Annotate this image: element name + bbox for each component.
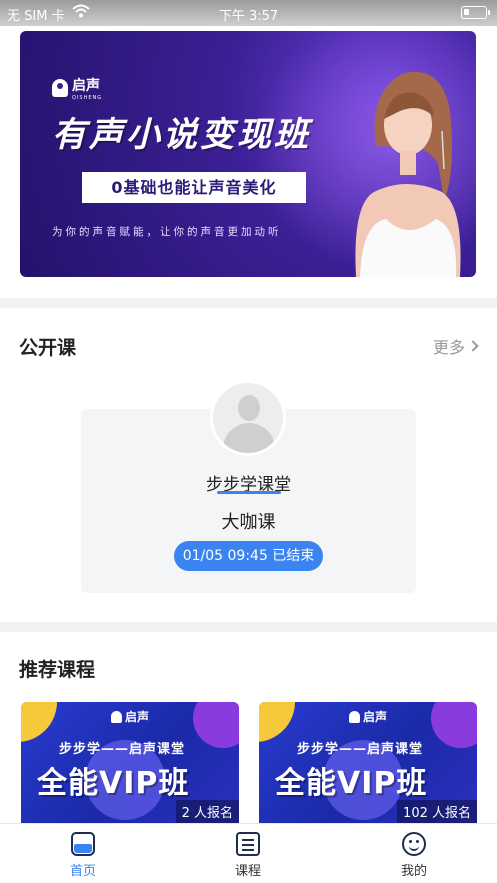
course-type: 大咖课	[221, 512, 276, 533]
card-title: 全能VIP班	[275, 766, 428, 801]
promo-banner[interactable]: 启声 QISHENG 有声小说变现班 0基础也能让声音美化 为你的声音赋能，让你…	[20, 31, 476, 277]
recommended-course-card[interactable]: 启声 步步学——启声课堂 全能VIP班 2 人报名	[21, 702, 239, 823]
card-subtitle: 步步学——启声课堂	[297, 742, 424, 757]
avatar-body	[223, 423, 275, 453]
recommended-course-card[interactable]: 启声 步步学——启声课堂 全能VIP班 102 人报名	[259, 702, 477, 823]
card-logo-name: 启声	[363, 710, 388, 724]
presenter-portrait	[355, 71, 461, 277]
chevron-right-icon	[467, 340, 479, 352]
tab-profile[interactable]: 我的	[364, 832, 464, 879]
tab-home[interactable]: 首页	[33, 832, 133, 879]
course-icon	[236, 832, 260, 856]
section-divider	[0, 298, 497, 308]
section-divider	[0, 622, 497, 632]
card-decoration	[193, 702, 239, 748]
status-bar: 无 SIM 卡 下午 3:57	[0, 0, 497, 26]
recommended-title: 推荐课程	[19, 659, 96, 681]
enroll-count: 2 人报名	[175, 800, 239, 823]
banner-slogan: 为你的声音赋能，让你的声音更加动听	[52, 226, 282, 238]
banner-headline: 有声小说变现班	[52, 115, 311, 155]
home-icon	[71, 832, 95, 856]
card-subtitle: 步步学——启声课堂	[59, 742, 186, 757]
tab-label: 课程	[234, 864, 261, 879]
more-label: 更多	[432, 338, 465, 357]
card-decoration	[431, 702, 477, 748]
more-link[interactable]: 更多	[432, 334, 479, 358]
course-host: 步步学课堂	[81, 470, 416, 495]
bottom-tab-bar: 首页 课程 我的	[0, 823, 497, 883]
card-decoration	[259, 702, 295, 742]
logo-mark-icon	[111, 710, 122, 723]
card-logo-name: 启声	[125, 710, 150, 724]
card-logo: 启声	[111, 708, 149, 725]
banner-logo-name: 启声	[72, 78, 100, 94]
enroll-count: 102 人报名	[397, 800, 477, 823]
avatar-head	[238, 395, 260, 421]
card-logo: 启声	[349, 708, 387, 725]
battery-icon	[461, 6, 490, 19]
public-course-title: 公开课	[19, 337, 77, 359]
banner-logo-sub: QISHENG	[72, 95, 103, 101]
profile-icon	[402, 832, 426, 856]
logo-mark-icon	[52, 79, 68, 97]
tab-label: 首页	[69, 864, 96, 879]
banner-logo: 启声 QISHENG	[52, 75, 102, 101]
host-underline	[217, 491, 281, 494]
card-title: 全能VIP班	[37, 766, 190, 801]
card-decoration	[21, 702, 57, 742]
tab-label: 我的	[400, 864, 427, 879]
banner-tag: 0基础也能让声音美化	[82, 172, 306, 203]
status-time: 下午 3:57	[218, 9, 279, 24]
home-page: 无 SIM 卡 下午 3:57 启声 QISHENG 有声小说变现班 0基础也能…	[0, 0, 497, 883]
status-badge: 01/05 09:45 已结束	[174, 541, 323, 571]
logo-mark-icon	[349, 710, 360, 723]
tab-courses[interactable]: 课程	[198, 832, 298, 879]
avatar	[210, 380, 286, 456]
